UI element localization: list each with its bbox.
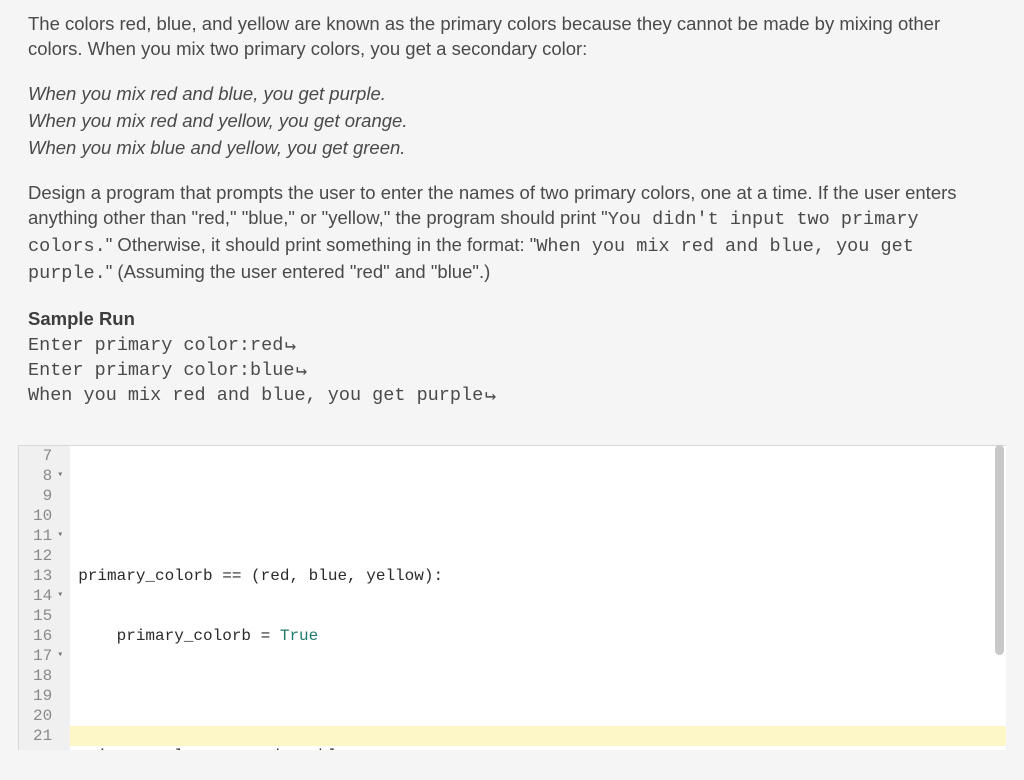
code-editor[interactable]: 7 8▾ 9 10 11▾ 12 13 14▾ 15 16 17▾ 18 19 … <box>18 445 1006 750</box>
fold-icon[interactable]: ▾ <box>56 466 64 486</box>
return-icon: ↵ <box>485 384 496 409</box>
active-line-highlight <box>70 726 1006 746</box>
instructions-paragraph: Design a program that prompts the user t… <box>28 181 996 287</box>
return-icon: ↵ <box>296 359 307 384</box>
return-icon: ↵ <box>285 334 296 359</box>
problem-statement: The colors red, blue, and yellow are kno… <box>0 0 1024 409</box>
mix-rule-1: When you mix red and blue, you get purpl… <box>28 82 996 107</box>
sample-run-block: Enter primary color:red↵ Enter primary c… <box>28 334 996 409</box>
fold-icon[interactable]: ▾ <box>56 646 64 666</box>
sample-line-1: Enter primary color:red↵ <box>28 334 996 359</box>
code-area[interactable]: primary_colorb == (red, blue, yellow): p… <box>70 446 1006 750</box>
sample-line-3: When you mix red and blue, you get purpl… <box>28 384 996 409</box>
mix-rule-3: When you mix blue and yellow, you get gr… <box>28 136 996 161</box>
scrollbar-thumb[interactable] <box>995 445 1004 655</box>
sample-line-2: Enter primary color:blue↵ <box>28 359 996 384</box>
fold-icon[interactable]: ▾ <box>56 526 64 546</box>
fold-icon[interactable]: ▾ <box>56 586 64 606</box>
vertical-scrollbar[interactable] <box>995 445 1004 750</box>
sample-run-heading: Sample Run <box>28 307 996 332</box>
intro-paragraph: The colors red, blue, and yellow are kno… <box>28 12 996 62</box>
line-number-gutter: 7 8▾ 9 10 11▾ 12 13 14▾ 15 16 17▾ 18 19 … <box>19 446 70 750</box>
mix-rule-2: When you mix red and yellow, you get ora… <box>28 109 996 134</box>
